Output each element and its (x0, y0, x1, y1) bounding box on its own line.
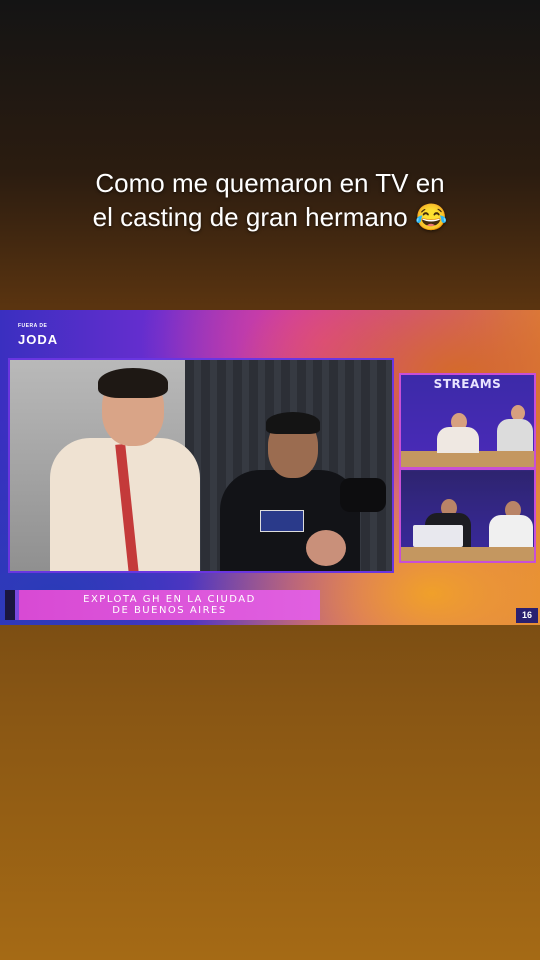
streams-side-feed: STREAMS (399, 373, 536, 563)
caption-line-1: Como me quemaron en TV en (95, 168, 445, 198)
reporter-hair (266, 412, 320, 434)
host-4-body (489, 515, 533, 547)
corner-number-badge: 16 (516, 608, 538, 623)
streams-label: STREAMS (433, 377, 502, 391)
studio-desk-top (401, 451, 534, 467)
person-left-hair (98, 368, 168, 398)
side-feed-divider (401, 467, 534, 470)
reporter-hand (306, 530, 346, 566)
tv-broadcast-frame: FUERA DE JODA STREAMS EXPLOTA GH EN LA C… (0, 310, 540, 625)
lower-third-line-1: EXPLOTA GH EN LA CIUDAD (83, 594, 256, 605)
main-video-feed (8, 358, 394, 573)
microphone (340, 478, 386, 512)
host-1-body (437, 427, 479, 453)
lower-third-accent (5, 590, 15, 620)
caption-line-2: el casting de gran hermano 😂 (92, 202, 448, 232)
video-caption: Como me quemaron en TV en el casting de … (0, 166, 540, 234)
laptop (413, 525, 463, 547)
studio-desk-bottom (401, 547, 534, 561)
host-2-body (497, 419, 533, 451)
channel-logo: FUERA DE JODA (18, 320, 62, 346)
lower-third-banner: EXPLOTA GH EN LA CIUDAD DE BUENOS AIRES (15, 590, 320, 620)
lower-third-line-2: DE BUENOS AIRES (112, 605, 227, 616)
press-badge (260, 510, 304, 532)
logo-main-text: JODA (18, 332, 59, 347)
